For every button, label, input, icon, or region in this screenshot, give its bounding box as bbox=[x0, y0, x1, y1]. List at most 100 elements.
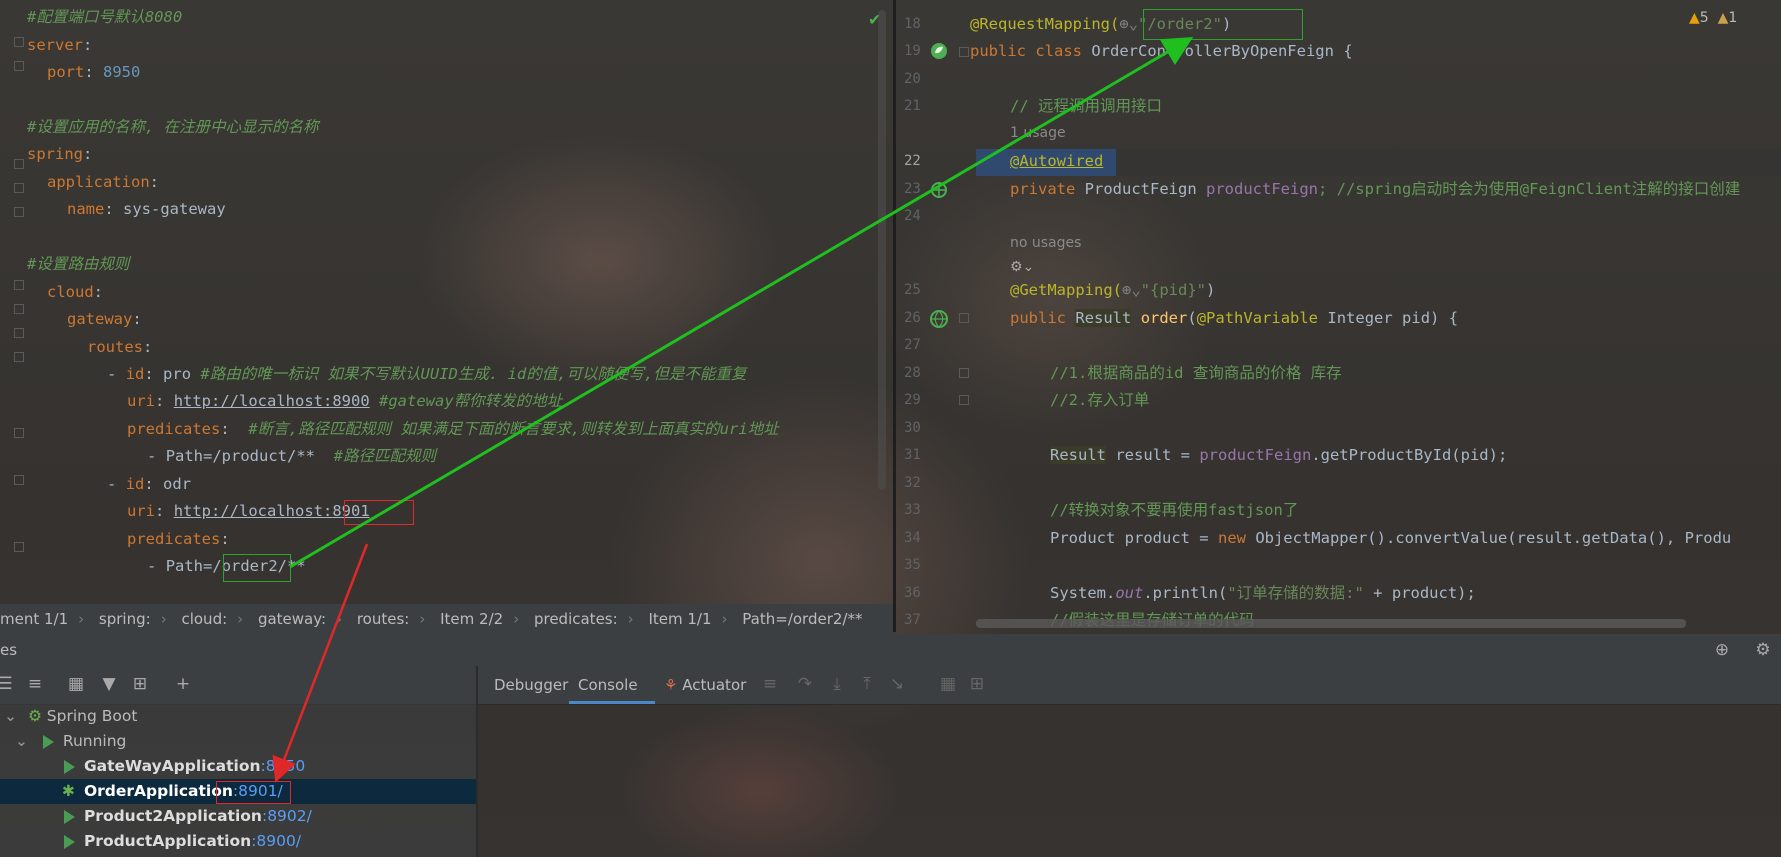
step-over-icon[interactable]: ↷ bbox=[796, 675, 814, 693]
line-number: 29 bbox=[904, 392, 921, 408]
new-service-icon[interactable]: ⊞ bbox=[131, 675, 149, 693]
fold-marker[interactable] bbox=[14, 280, 24, 290]
line-number: 25 bbox=[904, 282, 921, 298]
debug-tabs: Debugger Console ⚘ Actuator ≡ ↷ ⤓ ⤒ ↘ ▦ … bbox=[478, 666, 1781, 705]
service-row[interactable]: GateWayApplication:8950 bbox=[0, 754, 305, 779]
fold-marker[interactable] bbox=[959, 368, 969, 378]
yaml-line: predicates: #断言,路径匹配规则 如果满足下面的断言要求,则转发到上… bbox=[127, 420, 779, 438]
run-icon bbox=[64, 757, 75, 775]
fold-marker[interactable] bbox=[14, 475, 24, 485]
step-out-icon[interactable]: ⤒ bbox=[858, 675, 876, 693]
line-number: 21 bbox=[904, 98, 921, 114]
java-line: //转换对象不要再使用fastjson了 bbox=[1050, 501, 1299, 519]
tool-window-title: es bbox=[0, 641, 18, 659]
service-port-link[interactable]: :8900/ bbox=[251, 832, 301, 850]
spring-bean-icon[interactable] bbox=[930, 42, 948, 60]
autowired-bean-icon[interactable] bbox=[930, 181, 948, 199]
yaml-line: gateway: bbox=[67, 310, 142, 328]
web-endpoint-icon[interactable] bbox=[930, 310, 948, 328]
usage-hint[interactable]: no usages bbox=[1010, 235, 1081, 251]
evaluate-icon[interactable]: ▦ bbox=[939, 675, 957, 693]
console-output[interactable] bbox=[478, 705, 1781, 857]
fold-marker[interactable] bbox=[14, 37, 24, 47]
yaml-line: #设置应用的名称, 在注册中心显示的名称 bbox=[27, 118, 319, 136]
yaml-vertical-scrollbar[interactable] bbox=[878, 10, 886, 490]
fold-marker[interactable] bbox=[14, 207, 24, 217]
breadcrumb-item[interactable]: routes: bbox=[357, 610, 410, 628]
trace-icon[interactable]: ⊞ bbox=[968, 675, 986, 693]
java-line: @Autowired bbox=[1010, 152, 1104, 170]
tab-debugger[interactable]: Debugger bbox=[494, 666, 568, 704]
fold-marker[interactable] bbox=[14, 352, 24, 362]
java-line: private ProductFeign productFeign; //spr… bbox=[1010, 180, 1741, 198]
yaml-line: uri: http://localhost:8900 #gateway帮你转发的… bbox=[127, 392, 563, 410]
port-8901-highlight bbox=[344, 500, 414, 525]
spring-boot-icon: ⚙ bbox=[27, 707, 42, 725]
weak-warning-icon: ▲ bbox=[1717, 10, 1729, 26]
show-execution-point-icon[interactable]: ≡ bbox=[761, 675, 779, 693]
filter-icon[interactable]: ▼ bbox=[100, 675, 118, 693]
fold-marker[interactable] bbox=[14, 428, 24, 438]
group-by-icon[interactable]: ▦ bbox=[67, 675, 85, 693]
fold-marker[interactable] bbox=[14, 304, 24, 314]
service-port-link[interactable]: :8902/ bbox=[262, 807, 312, 825]
usage-hint[interactable]: 1 usage bbox=[1010, 125, 1066, 141]
java-line: @GetMapping(⊕⌄"{pid}") bbox=[1010, 281, 1216, 299]
breadcrumb-item[interactable]: Path=/order2/** bbox=[742, 610, 862, 628]
yaml-line: cloud: bbox=[47, 283, 104, 301]
collapse-all-icon[interactable]: ≡ bbox=[26, 675, 44, 693]
fold-marker[interactable] bbox=[14, 542, 24, 552]
line-number: 34 bbox=[904, 530, 921, 546]
yaml-line: uri: http://localhost:8901 bbox=[127, 502, 370, 520]
warning-count: 5 bbox=[1699, 10, 1709, 26]
breadcrumb-item[interactable]: cloud: bbox=[181, 610, 227, 628]
fold-marker[interactable] bbox=[14, 183, 24, 193]
fold-marker[interactable] bbox=[959, 395, 969, 405]
fold-marker[interactable] bbox=[959, 47, 969, 57]
services-tree: ⌄ ⚙ Spring Boot ⌄ Running GateWayApplica… bbox=[0, 704, 476, 857]
line-number: 24 bbox=[904, 208, 921, 224]
tab-label: Actuator bbox=[682, 676, 747, 694]
service-name: OrderApplication bbox=[83, 782, 233, 800]
line-number: 31 bbox=[904, 447, 921, 463]
inspection-widget[interactable]: ▲5 ▲1 bbox=[1689, 10, 1737, 26]
java-editor[interactable]: 18 19 20 21 22 23 24 25 26 27 28 29 30 3… bbox=[896, 0, 1781, 632]
fold-marker[interactable] bbox=[14, 328, 24, 338]
generate-icon[interactable]: ⚙⌄ bbox=[1010, 259, 1034, 275]
expand-all-icon[interactable]: ☰ bbox=[0, 675, 14, 693]
tab-console[interactable]: Console bbox=[569, 666, 655, 704]
breadcrumb-item[interactable]: ment 1/1 bbox=[0, 610, 68, 628]
path-order2-highlight bbox=[223, 554, 291, 582]
line-number: 18 bbox=[904, 16, 921, 32]
fold-marker[interactable] bbox=[14, 61, 24, 71]
services-toolbar: ☰ ≡ ▦ ▼ ⊞ + bbox=[0, 666, 476, 705]
java-line: Product product = new ObjectMapper().con… bbox=[1050, 529, 1732, 547]
yaml-line: #配置端口号默认8080 bbox=[27, 8, 183, 26]
breadcrumb-item[interactable]: predicates: bbox=[534, 610, 618, 628]
java-line: public class OrderControllerByOpenFeign … bbox=[970, 42, 1353, 60]
tree-node-running[interactable]: ⌄ Running bbox=[0, 729, 126, 754]
run-to-cursor-icon[interactable]: ↘ bbox=[888, 675, 906, 693]
settings-target-icon[interactable]: ⊕ bbox=[1713, 641, 1731, 659]
breadcrumb-item[interactable]: gateway: bbox=[258, 610, 326, 628]
yaml-editor[interactable]: ✔ #配置端口号默认8080 server: port: 8950 #设置应用的… bbox=[0, 0, 893, 602]
fold-marker[interactable] bbox=[959, 313, 969, 323]
tree-node-label: Running bbox=[62, 732, 127, 750]
add-icon[interactable]: + bbox=[174, 675, 192, 693]
tree-node-spring-boot[interactable]: ⌄ ⚙ Spring Boot bbox=[0, 704, 137, 729]
service-row[interactable]: ProductApplication:8900/ bbox=[0, 829, 301, 854]
port-8901-run-highlight bbox=[216, 781, 291, 804]
tab-actuator[interactable]: ⚘ Actuator bbox=[664, 666, 746, 704]
step-into-icon[interactable]: ⤓ bbox=[828, 675, 846, 693]
service-row[interactable]: Product2Application:8902/ bbox=[0, 804, 312, 829]
service-port-link[interactable]: :8950 bbox=[261, 757, 306, 775]
yaml-line: - id: odr bbox=[107, 475, 192, 493]
breadcrumb-item[interactable]: Item 2/2 bbox=[440, 610, 503, 628]
fold-marker[interactable] bbox=[14, 159, 24, 169]
debug-bug-icon: ✱ bbox=[62, 782, 75, 800]
breadcrumb-item[interactable]: spring: bbox=[99, 610, 151, 628]
java-horizontal-scrollbar[interactable] bbox=[976, 619, 1686, 628]
breadcrumb-item[interactable]: Item 1/1 bbox=[648, 610, 711, 628]
gear-icon[interactable]: ⚙ bbox=[1754, 641, 1772, 659]
yaml-line: #设置路由规则 bbox=[27, 255, 130, 273]
